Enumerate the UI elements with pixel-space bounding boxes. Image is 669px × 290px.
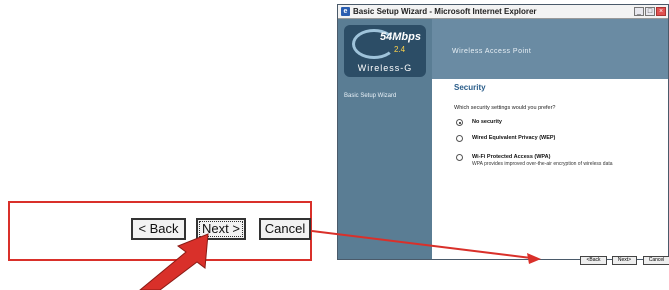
pointer-arrow-icon <box>139 233 209 290</box>
annotation-overlay <box>139 230 541 290</box>
connector-arrow-icon <box>311 230 532 259</box>
connector-arrowhead <box>527 253 541 264</box>
